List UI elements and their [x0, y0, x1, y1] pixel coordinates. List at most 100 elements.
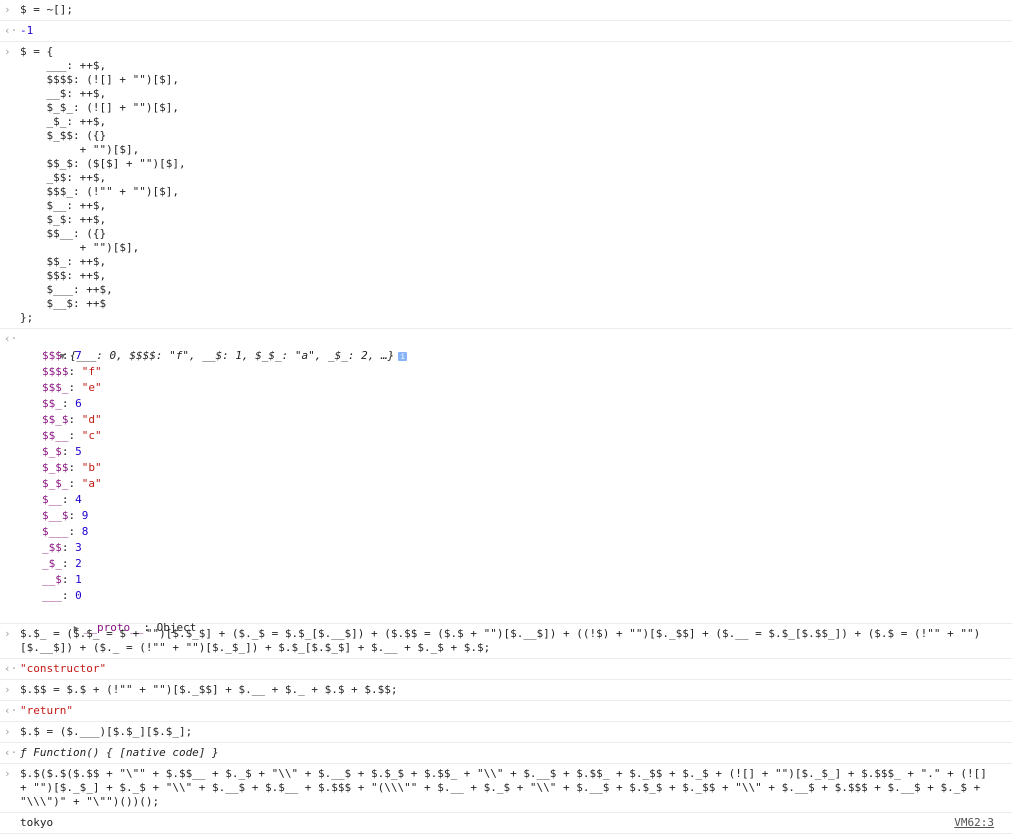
code-line[interactable]: $$$$: (![] + "")[$],	[20, 73, 1012, 87]
console-input-row[interactable]: › $.$$ = $.$ + (!"" + "")[$._$$] + $.__ …	[0, 680, 1012, 701]
property-key: $$$$	[42, 365, 69, 378]
property-key: _$$	[42, 541, 62, 554]
property-key: __$	[42, 573, 62, 586]
property-key: $$__	[42, 429, 69, 442]
property-value: 8	[81, 525, 89, 538]
proto-row[interactable]: ▶ __proto__: Object	[20, 604, 1012, 634]
property-value: 7	[75, 349, 82, 362]
input-code[interactable]: $ = ~[];	[20, 3, 1012, 17]
code-line[interactable]: $$$_: (!"" + "")[$],	[20, 185, 1012, 199]
property-key: $_$$	[42, 461, 69, 474]
prompt-chevron-icon: ›	[4, 627, 11, 640]
code-line[interactable]: ___: ++$,	[20, 59, 1012, 73]
code-line[interactable]: $ = {	[20, 45, 1012, 59]
input-code[interactable]: $.$($.$($.$$ + "\"" + $.$$__ + $._$ + "\…	[20, 767, 1012, 809]
property-value: 6	[75, 397, 82, 410]
console-output-row: ‹· "return"	[0, 701, 1012, 722]
code-line[interactable]: };	[20, 311, 1012, 325]
info-icon[interactable]: i	[398, 351, 408, 361]
object-summary[interactable]: ▼ {___: 0, $$$$: "f", __$: 1, $_$_: "a", …	[20, 332, 1012, 362]
object-property: $$__: "c"	[42, 429, 102, 442]
object-property: $$_: 6	[42, 397, 82, 410]
console-output-row: ‹· ▼ {___: 0, $$$$: "f", __$: 1, $_$_: "a…	[0, 329, 1012, 634]
code-line[interactable]: + "")[$],	[20, 241, 1012, 255]
object-property: _$_: 2	[42, 557, 82, 570]
property-key: $$$	[42, 349, 62, 362]
code-line[interactable]: $_$: ++$,	[20, 213, 1012, 227]
property-value: "c"	[81, 429, 102, 442]
property-key: $$$_	[42, 381, 69, 394]
console-input-row[interactable]: › $ = ~[];	[0, 0, 1012, 21]
console-input-row[interactable]: › $.$($.$($.$$ + "\"" + $.$$__ + $._$ + …	[0, 764, 1012, 813]
code-line[interactable]: $$__: ({}	[20, 227, 1012, 241]
property-value: 1	[75, 573, 82, 586]
result-arrow-icon: ‹·	[4, 24, 18, 37]
property-key: $$_$	[42, 413, 69, 426]
console-input-row[interactable]: › $.$ = ($.___)[$.$_][$.$_];	[0, 722, 1012, 743]
object-property: $$$_: "e"	[42, 381, 102, 394]
property-value: "f"	[81, 365, 102, 378]
input-code[interactable]: $.$$ = $.$ + (!"" + "")[$._$$] + $.__ + …	[20, 683, 1012, 697]
object-property: $__: 4	[42, 493, 82, 506]
property-key: _$_	[42, 557, 62, 570]
property-value: 3	[75, 541, 82, 554]
source-link[interactable]: VM62:3	[954, 816, 994, 830]
prompt-chevron-icon: ›	[4, 767, 11, 780]
output-value[interactable]: ƒ Function() { [native code] }	[20, 746, 1012, 760]
output-value: "constructor"	[20, 662, 107, 675]
log-message: tokyo	[20, 816, 54, 829]
code-line[interactable]: $$_$: ($[$] + "")[$],	[20, 157, 1012, 171]
result-arrow-icon: ‹·	[4, 662, 18, 675]
property-value: 0	[75, 589, 82, 602]
property-value: "b"	[81, 461, 102, 474]
code-line[interactable]: $_$$: ({}	[20, 129, 1012, 143]
property-key: $_$	[42, 445, 62, 458]
object-property: $_$_: "a"	[42, 477, 102, 490]
console-input-row[interactable]: › $.$_ = ($.$_ = $ + "")[$.$_$] + ($._$ …	[0, 624, 1012, 659]
input-code[interactable]: $.$_ = ($.$_ = $ + "")[$.$_$] + ($._$ = …	[20, 627, 1012, 655]
console-panel: › $ = ~[]; ‹· -1 › $ = { ___: ++$, $$$$:…	[0, 0, 1012, 834]
object-property: $$_$: "d"	[42, 413, 102, 426]
code-line[interactable]: _$_: ++$,	[20, 115, 1012, 129]
console-input-row[interactable]: › $ = { ___: ++$, $$$$: (![] + "")[$], _…	[0, 42, 1012, 329]
code-line[interactable]: $___: ++$,	[20, 283, 1012, 297]
property-value: 9	[81, 509, 89, 522]
console-output-row: ‹· -1	[0, 21, 1012, 42]
result-arrow-icon: ‹·	[4, 332, 18, 345]
property-value: "e"	[81, 381, 102, 394]
input-code-block[interactable]: $ = { ___: ++$, $$$$: (![] + "")[$], __$…	[20, 45, 1012, 325]
property-value: 4	[75, 493, 82, 506]
property-key: $__$	[42, 509, 69, 522]
console-log-row: tokyo VM62:3	[0, 813, 1012, 834]
console-output-row: ‹· ƒ Function() { [native code] }	[0, 743, 1012, 764]
object-property: $_$$: "b"	[42, 461, 102, 474]
input-code[interactable]: $.$ = ($.___)[$.$_][$.$_];	[20, 725, 1012, 739]
property-key: ___	[42, 589, 62, 602]
object-property: $__$: 9	[42, 509, 89, 522]
code-line[interactable]: __$: ++$,	[20, 87, 1012, 101]
object-property: __$: 1	[42, 573, 82, 586]
object-property: _$$: 3	[42, 541, 82, 554]
console-output-row: ‹· "constructor"	[0, 659, 1012, 680]
code-line[interactable]: $__: ++$,	[20, 199, 1012, 213]
result-arrow-icon: ‹·	[4, 746, 18, 759]
object-property: $_$: 5	[42, 445, 82, 458]
code-line[interactable]: _$$: ++$,	[20, 171, 1012, 185]
object-property: $$$$: "f"	[42, 365, 102, 378]
property-key: $$_	[42, 397, 62, 410]
property-value: "d"	[81, 413, 102, 426]
code-line[interactable]: $_$_: (![] + "")[$],	[20, 101, 1012, 115]
output-value: -1	[20, 24, 34, 37]
prompt-chevron-icon: ›	[4, 683, 11, 696]
object-properties: $$$: 7 $$$$: "f" $$$_: "e" $$_: 6 $$_$: "d" $…	[20, 348, 1012, 604]
object-preview[interactable]: {___: 0, $$$$: "f", __$: 1, $_$_: "a", _…	[70, 349, 395, 362]
prompt-chevron-icon: ›	[4, 45, 11, 58]
code-line[interactable]: $__$: ++$	[20, 297, 1012, 311]
prompt-chevron-icon: ›	[4, 725, 11, 738]
property-value: "a"	[81, 477, 102, 490]
property-key: $_$_	[42, 477, 69, 490]
code-line[interactable]: $$$: ++$,	[20, 269, 1012, 283]
code-line[interactable]: $$_: ++$,	[20, 255, 1012, 269]
code-line[interactable]: + "")[$],	[20, 143, 1012, 157]
object-property: ___: 0	[42, 589, 82, 602]
